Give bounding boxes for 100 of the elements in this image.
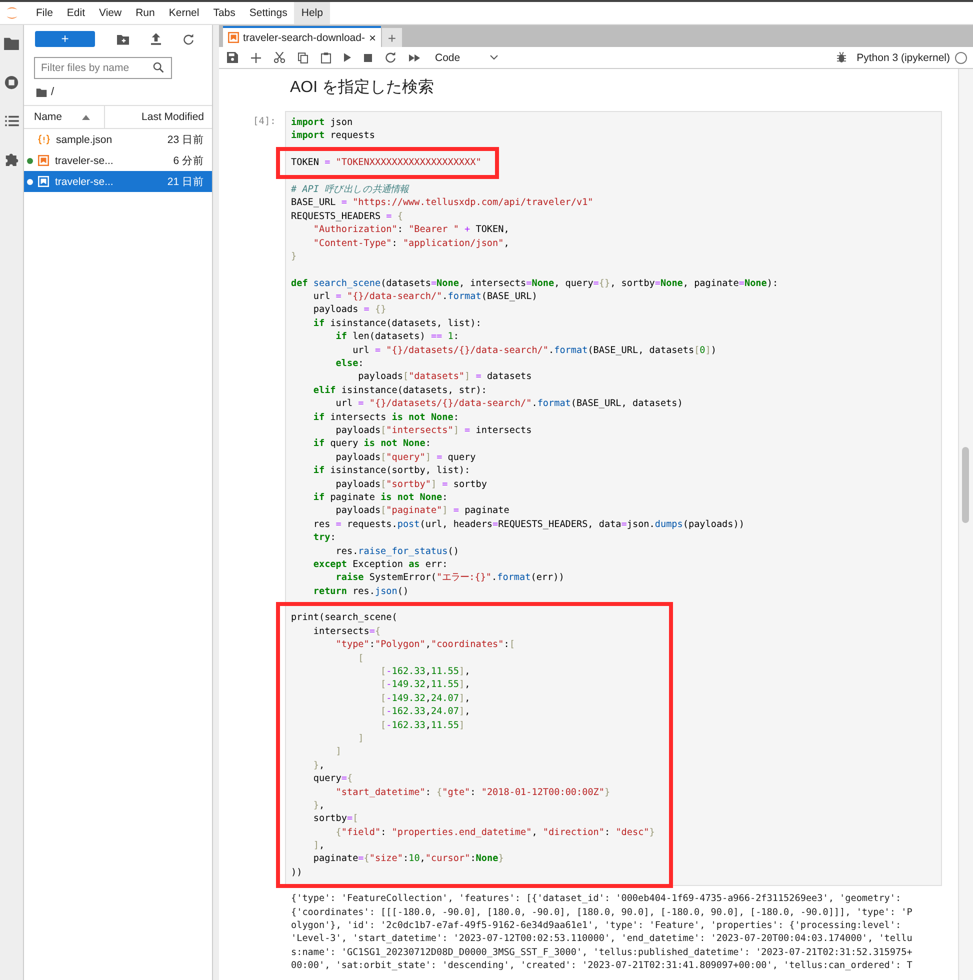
menu-item[interactable]: File [29, 2, 60, 24]
column-header[interactable]: Name [24, 111, 82, 123]
menu-item[interactable]: Run [128, 2, 162, 24]
code-line: print(search_scene( [291, 611, 398, 625]
bug-icon[interactable] [836, 52, 846, 63]
modified-time: 23 日前 [167, 132, 205, 146]
new-launcher-button[interactable]: + [35, 31, 95, 47]
fast-forward-icon[interactable] [409, 54, 420, 62]
code-line: if intersects is not None: [312, 410, 460, 424]
menu-item[interactable]: Help [294, 2, 330, 24]
restart-icon[interactable] [385, 52, 396, 63]
notebook-icon [38, 155, 49, 166]
modified-time: 21 日前 [167, 174, 205, 188]
copy-icon[interactable] [298, 52, 308, 64]
code-line: }, [312, 758, 326, 772]
code-line: if paginate is not None: [312, 490, 449, 504]
code-line: res = requests.post(url, headers=REQUESTS_HEADERS, data=json.dumps(payloads)) [312, 518, 746, 532]
folder-icon[interactable] [4, 37, 19, 50]
output-line: olygon'}, 'id': '2c0dc1b7-e7af-49f5-9162-6e34d9aa61e1', 'type': 'Feature', 'properties': {'processing:level': [291, 919, 902, 932]
menu-item[interactable]: Kernel [162, 2, 206, 24]
menu-item[interactable]: Edit [60, 2, 92, 24]
code-line: if len(datasets) == 1: [334, 330, 460, 344]
json-file-icon [38, 134, 50, 145]
scrollbar-thumb[interactable] [962, 447, 969, 523]
code-line: BASE_URL = "https://www.tellusxdp.com/api/traveler/v1" [291, 196, 594, 210]
menu-item[interactable]: Tabs [206, 2, 242, 24]
code-line: if isinstance(sortby, list): [312, 464, 472, 478]
add-icon[interactable] [251, 52, 261, 62]
menu-item[interactable]: View [92, 2, 129, 24]
menu-item[interactable]: Settings [242, 2, 294, 24]
code-line: REQUESTS_HEADERS = { [291, 210, 404, 224]
code-line: # API 呼び出しの共通情報 [291, 182, 410, 196]
code-line: [ [357, 652, 365, 666]
paste-icon[interactable] [321, 52, 331, 64]
save-icon[interactable] [227, 52, 238, 63]
code-line: payloads["datasets"] = datasets [357, 370, 533, 384]
refresh-icon[interactable] [183, 34, 194, 44]
close-button[interactable]: × [368, 30, 376, 44]
code-line: payloads = {} [312, 303, 388, 317]
list-icon[interactable] [4, 115, 18, 127]
sort-up-icon [82, 114, 90, 120]
code-line: except Exception as err: [312, 558, 449, 572]
path-text[interactable]: / [51, 86, 54, 98]
code-line: else: [334, 357, 365, 370]
code-line: [-162.33,11.55] [380, 718, 466, 732]
stop-icon[interactable] [364, 54, 372, 62]
code-line: }, [312, 798, 326, 812]
execution-count: [4]: [253, 115, 277, 127]
code-line: } [291, 250, 298, 264]
code-line: TOKEN = "TOKENXXXXXXXXXXXXXXXXXXX" [291, 156, 482, 170]
code-line: url = "{}/data-search/".format(BASE_URL) [312, 290, 538, 304]
code-line: {"field": "properties.end_datetime", "direction": "desc"} [334, 826, 655, 840]
output-line: {'coordinates': [[[-180.0, -90.0], [180.0, -90.0], [180.0, 90.0], [-180.0, 90.0], [-180.0, -90.0]]], 'type': 'P [291, 906, 914, 920]
file-name: traveler-se... [54, 176, 114, 188]
new-folder-icon[interactable] [117, 34, 129, 44]
markdown-heading: AOI を指定した検索 [289, 78, 436, 98]
output-line: 'Level-3', 'start_datetime': '2023-07-12T00:02:53.110000', 'end_datetime': '2023-07-20T00:04:03.174000', 'tellu [291, 932, 914, 946]
filter-field[interactable]: Filter files by name [34, 57, 172, 79]
run-icon[interactable] [344, 53, 351, 62]
code-line: ] [334, 745, 342, 759]
folder-icon [36, 88, 47, 96]
code-line: url = "{}/datasets/{}/data-search/".format(BASE_URL, datasets) [334, 397, 684, 411]
code-line: paginate={"size":10,"cursor":None} [312, 852, 505, 866]
code-line: [-149.32,11.55], [380, 678, 472, 692]
search-icon [153, 62, 164, 73]
code-line: "Authorization": "Bearer " + TOKEN, [312, 223, 510, 237]
code-line: payloads["query"] = query [334, 450, 477, 464]
file-row[interactable]: sample.json 23 日前 [24, 129, 212, 150]
code-line: ], [312, 839, 326, 852]
puzzle-icon[interactable] [4, 152, 18, 166]
upload-icon[interactable] [151, 33, 161, 45]
code-line: import requests [291, 129, 375, 143]
code-line: res.raise_for_status() [334, 544, 460, 558]
output-line: s:name': 'GC1SG1_20230712D08D_D0000_3MSG_SST_F_3000', 'tellus:published_datetime': '2023-07-21T02:31:52.315975+ [291, 946, 914, 960]
code-line: [-162.33,24.07], [380, 705, 472, 719]
code-line: [-149.32,24.07], [380, 692, 472, 706]
code-line: if isinstance(datasets, list): [312, 316, 482, 330]
jupyter-logo-icon [5, 5, 19, 21]
code-line: "type":"Polygon","coordinates":[ [334, 638, 516, 652]
code-line: payloads["intersects"] = intersects [334, 424, 533, 438]
code-line: "start_datetime": {"gte": "2018-01-12T00:00:00Z"} [334, 786, 612, 799]
code-line: ] [357, 732, 365, 746]
code-line: [-162.33,11.55], [380, 665, 472, 678]
code-line: try: [312, 531, 337, 544]
stop-circle-icon[interactable] [4, 75, 19, 90]
notebook-icon [38, 176, 49, 187]
kernel-name[interactable]: Python 3 (ipykernel) [856, 52, 950, 64]
code-line: "Content-Type": "application/json", [312, 236, 510, 250]
cell-type-dropdown[interactable]: Code [435, 52, 498, 64]
code-line: def search_scene(datasets=None, intersects=None, query={}, sortby=None, paginate=None): [291, 276, 778, 290]
file-row[interactable]: traveler-se... 6 分前 [24, 150, 212, 171]
new-tab-button[interactable]: + [382, 28, 402, 47]
file-row[interactable]: traveler-se... 21 日前 [24, 171, 212, 192]
code-line: raise SystemError("エラー:{}".format(err)) [334, 571, 566, 585]
output-line: {'type': 'FeatureCollection', 'features': [{'dataset_id': '000eb404-1f69-4735-a966-2f3115269ee3', 'geometry': [291, 892, 902, 906]
cut-icon[interactable] [274, 52, 285, 63]
tab-title: traveler-search-download- [243, 32, 365, 44]
notebook-tab[interactable]: traveler-search-download- × [223, 26, 381, 47]
code-line: intersects={ [312, 624, 382, 638]
code-line: payloads["sortby"] = sortby [334, 478, 488, 491]
